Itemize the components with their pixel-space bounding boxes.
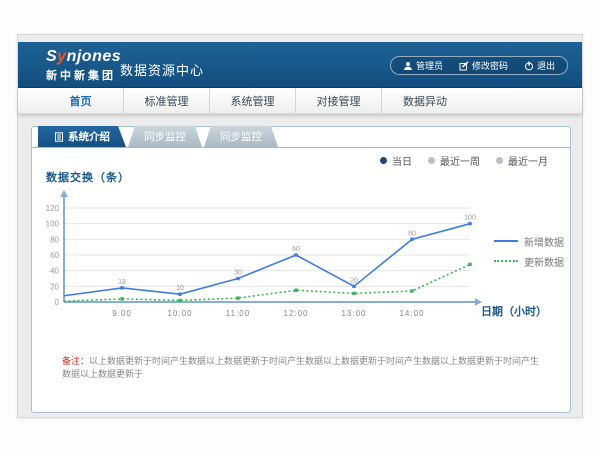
data-point-label: 10 — [176, 285, 184, 292]
range-option[interactable]: 当日 — [380, 153, 412, 168]
page: Synjones 新中新集团 数据资源中心 管理员修改密码退出 首页标准管理系统… — [0, 0, 600, 450]
user-menu-label: 管理员 — [416, 59, 443, 72]
user-menu-power[interactable]: 退出 — [516, 59, 563, 72]
brand-letters: njones — [67, 48, 122, 65]
x-axis-title: 日期（小时） — [481, 303, 547, 319]
data-point — [120, 286, 123, 289]
footnote: 备注：以上数据更新于时间产生数据以上数据更新于时间产生数据以上数据更新于时间产生… — [62, 355, 548, 381]
data-point — [410, 238, 413, 241]
data-point — [352, 285, 355, 288]
y-tick-label: 60 — [50, 251, 59, 260]
data-point — [178, 299, 181, 302]
y-tick-label: 120 — [46, 204, 60, 213]
x-tick-label: 12:00 — [283, 309, 308, 318]
brand-subtitle: 新中新集团 — [46, 67, 121, 83]
content-panel: 系统介绍 同步监控 同步监控 当日 最近一周 最近一月 数据交换（条） 0 20 40 60 8… — [31, 126, 571, 413]
y-axis-arrow-icon — [60, 190, 68, 197]
data-point — [236, 277, 239, 280]
range-label: 最近一周 — [440, 153, 480, 168]
x-tick-label: 13:00 — [341, 309, 366, 318]
radio-dot-icon — [496, 157, 503, 164]
brand-accent-letter: y — [57, 48, 66, 65]
tab-label: 系统介绍 — [68, 129, 110, 144]
user-menu-label: 退出 — [537, 59, 555, 72]
radio-dot-icon — [428, 157, 435, 164]
legend-label: 更新数据 — [524, 254, 564, 269]
time-range-options: 当日 最近一周 最近一月 — [380, 153, 548, 168]
range-label: 最近一月 — [508, 153, 548, 168]
user-icon — [403, 61, 413, 71]
data-point-label: 30 — [234, 270, 242, 277]
tab-bar: 系统介绍 同步监控 同步监控 — [32, 127, 570, 148]
data-point — [120, 297, 123, 300]
footnote-text: 以上数据更新于时间产生数据以上数据更新于时间产生数据以上数据更新于时间产生数据以… — [62, 356, 539, 379]
nav-item[interactable]: 标准管理 — [124, 88, 210, 113]
data-point — [352, 292, 355, 295]
tab-label: 同步监控 — [144, 129, 186, 144]
line-chart: 0 20 40 60 80 100 120 9:00 10:00 11:00 12:00 13:00 1… — [40, 187, 485, 322]
user-menu: 管理员 修改密码 退出 — [390, 56, 568, 75]
doc-icon — [54, 132, 64, 142]
x-tick-label: 10:00 — [167, 309, 192, 318]
edit-icon — [459, 61, 469, 71]
data-point — [468, 222, 471, 225]
range-option[interactable]: 最近一月 — [496, 153, 548, 168]
y-tick-label: 0 — [55, 298, 60, 307]
tab-0[interactable]: 系统介绍 — [38, 126, 126, 147]
legend-line-icon — [494, 260, 518, 262]
data-point — [236, 296, 239, 299]
app-title: 数据资源中心 — [120, 60, 204, 79]
user-menu-label: 修改密码 — [472, 59, 508, 72]
legend-item[interactable]: 更新数据 — [494, 251, 564, 271]
header: Synjones 新中新集团 数据资源中心 管理员 修改密码 退出 — [18, 42, 582, 88]
data-point-label: 18 — [118, 279, 126, 286]
legend-line-icon — [494, 240, 518, 242]
main-nav: 首页标准管理系统管理对接管理数据异动 — [18, 88, 582, 114]
footnote-prefix: 备注： — [62, 356, 89, 366]
y-tick-label: 100 — [46, 220, 60, 229]
chart-legend: 新增数据更新数据 — [494, 231, 564, 271]
legend-label: 新增数据 — [524, 234, 564, 249]
brand-name: Synjones — [46, 48, 121, 66]
y-tick-label: 20 — [50, 282, 59, 291]
data-point — [178, 292, 181, 295]
x-tick-label: 11:00 — [226, 309, 250, 318]
user-menu-user[interactable]: 管理员 — [395, 59, 451, 72]
tab-2[interactable]: 同步监控 — [204, 126, 278, 147]
radio-dot-icon — [380, 157, 387, 164]
nav-item[interactable]: 首页 — [38, 88, 124, 113]
app-window: Synjones 新中新集团 数据资源中心 管理员修改密码退出 首页标准管理系统… — [17, 34, 583, 418]
y-axis-title: 数据交换（条） — [46, 169, 130, 185]
data-point-label: 60 — [292, 246, 300, 253]
data-point — [294, 253, 297, 256]
legend-item[interactable]: 新增数据 — [494, 231, 564, 251]
brand-letter: S — [46, 48, 57, 65]
data-point — [410, 289, 413, 292]
nav-item[interactable]: 数据异动 — [382, 88, 468, 113]
tab-label: 同步监控 — [220, 129, 262, 144]
brand-logo: Synjones 新中新集团 — [46, 48, 121, 83]
tab-1[interactable]: 同步监控 — [128, 126, 202, 147]
data-point — [294, 289, 297, 292]
user-menu-edit[interactable]: 修改密码 — [451, 59, 516, 72]
nav-item[interactable]: 对接管理 — [296, 88, 382, 113]
data-point-label: 80 — [408, 230, 416, 237]
y-tick-label: 80 — [50, 235, 59, 244]
x-tick-label: 14:00 — [399, 309, 424, 318]
x-tick-label: 9:00 — [112, 309, 132, 318]
data-point — [468, 263, 471, 266]
y-tick-label: 40 — [50, 267, 59, 276]
nav-item[interactable]: 系统管理 — [210, 88, 296, 113]
data-point-label: 100 — [464, 215, 476, 222]
range-label: 当日 — [392, 153, 412, 168]
range-option[interactable]: 最近一周 — [428, 153, 480, 168]
data-point-label: 20 — [350, 277, 358, 284]
power-icon — [524, 61, 534, 71]
